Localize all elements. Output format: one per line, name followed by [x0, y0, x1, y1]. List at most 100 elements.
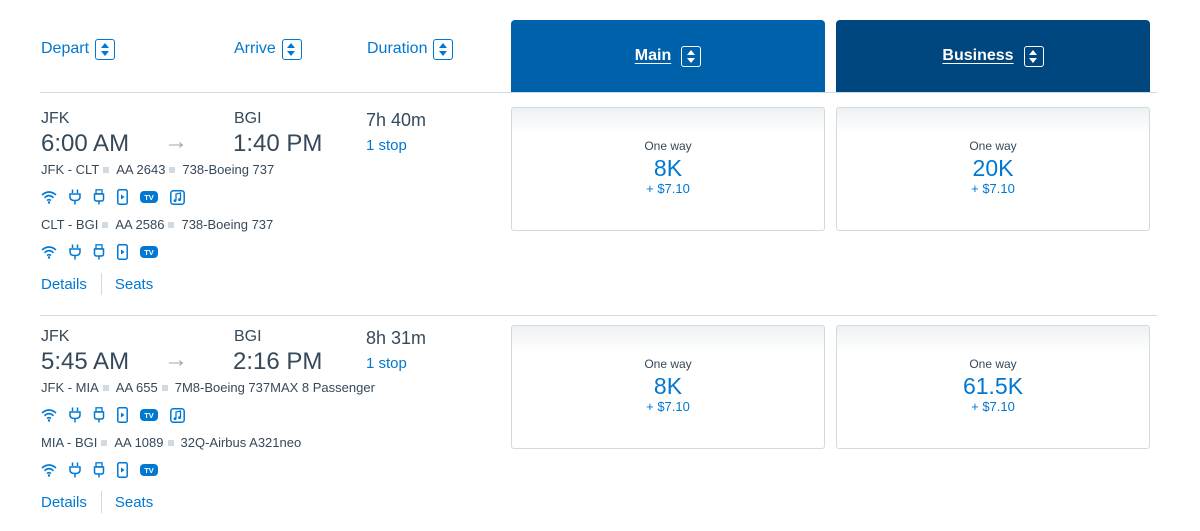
details-link[interactable]: Details: [41, 494, 87, 511]
duration-label: Duration: [367, 40, 428, 57]
usb-icon: [93, 244, 105, 260]
separator-square: [101, 439, 108, 446]
device-entertainment-icon: [117, 462, 128, 478]
svg-text:TV: TV: [144, 193, 154, 202]
seats-link[interactable]: Seats: [115, 276, 153, 293]
fare-type: One way: [969, 139, 1017, 153]
fare-tax: + $7.10: [646, 399, 690, 414]
power-outlet-icon: [69, 189, 81, 205]
sort-duration-header[interactable]: Duration: [367, 38, 454, 60]
stops-link[interactable]: 1 stop: [366, 355, 407, 372]
segment-route: MIA - BGI: [41, 435, 98, 450]
origin-code: JFK: [41, 328, 70, 345]
separator-square: [102, 221, 109, 228]
svg-text:TV: TV: [144, 466, 154, 475]
separator-square: [102, 384, 109, 391]
fare-tax: + $7.10: [971, 181, 1015, 196]
fare-miles: 8K: [653, 155, 683, 181]
fare-miles: 61.5K: [962, 373, 1024, 399]
segment-aircraft: 738-Boeing 737: [182, 162, 275, 177]
segment-info: MIA - BGI AA 1089 32Q-Airbus A321neo: [41, 435, 301, 450]
music-icon: [170, 189, 185, 205]
segment-flight-number: AA 2643: [116, 162, 166, 177]
origin-code: JFK: [41, 110, 70, 127]
depart-time: 6:00 AM: [41, 130, 130, 157]
sort-icon: [281, 38, 302, 60]
fare-tax: + $7.10: [646, 181, 690, 196]
segment-aircraft: 738-Boeing 737: [181, 217, 274, 232]
segment-flight-number: AA 655: [115, 380, 158, 395]
device-entertainment-icon: [117, 244, 128, 260]
link-divider: [100, 491, 102, 513]
separator-square: [169, 166, 176, 173]
separator-square: [168, 221, 175, 228]
cabin-main-label: Main: [634, 47, 672, 64]
fare-type: One way: [969, 357, 1017, 371]
fare-card-main[interactable]: One way 8K + $7.10: [511, 107, 825, 231]
segment-route: CLT - BGI: [41, 217, 99, 232]
cabin-tab-main[interactable]: Main: [511, 20, 825, 92]
fare-miles: 20K: [972, 155, 1014, 181]
flight-links: Details Seats: [41, 273, 153, 295]
link-divider: [100, 273, 102, 295]
fare-card-business[interactable]: One way 20K + $7.10: [836, 107, 1150, 231]
amenities-list: TV: [41, 462, 158, 478]
segment-info: JFK - MIA AA 655 7M8-Boeing 737MAX 8 Pas…: [41, 380, 375, 395]
arrive-time: 1:40 PM: [233, 130, 323, 157]
wifi-icon: [41, 463, 57, 477]
arrow-right-icon: →: [164, 128, 188, 155]
seats-link[interactable]: Seats: [115, 494, 153, 511]
flight-links: Details Seats: [41, 491, 153, 513]
arrive-label: Arrive: [234, 40, 276, 57]
flight-duration: 8h 31m: [366, 328, 427, 348]
stops-link[interactable]: 1 stop: [366, 137, 407, 154]
segment-route: JFK - MIA: [41, 380, 99, 395]
sort-depart-header[interactable]: Depart: [41, 38, 116, 60]
tv-icon: TV: [140, 409, 158, 421]
power-outlet-icon: [69, 462, 81, 478]
wifi-icon: [41, 408, 57, 422]
device-entertainment-icon: [117, 189, 128, 205]
amenities-list: TV: [41, 407, 185, 423]
wifi-icon: [41, 190, 57, 204]
row-divider: [40, 315, 1157, 316]
segment-aircraft: 7M8-Boeing 737MAX 8 Passenger: [174, 380, 375, 395]
tv-icon: TV: [140, 464, 158, 476]
arrow-right-icon: →: [164, 346, 188, 373]
fare-tax: + $7.10: [971, 399, 1015, 414]
segment-flight-number: AA 1089: [114, 435, 164, 450]
svg-text:TV: TV: [144, 248, 154, 257]
wifi-icon: [41, 245, 57, 259]
sort-arrive-header[interactable]: Arrive: [234, 38, 302, 60]
music-icon: [170, 407, 185, 423]
amenities-list: TV: [41, 244, 158, 260]
segment-aircraft: 32Q-Airbus A321neo: [180, 435, 302, 450]
segment-info: JFK - CLT AA 2643 738-Boeing 737: [41, 162, 274, 177]
segment-info: CLT - BGI AA 2586 738-Boeing 737: [41, 217, 273, 232]
tv-icon: TV: [140, 191, 158, 203]
depart-label: Depart: [41, 40, 90, 57]
segment-route: JFK - CLT: [41, 162, 100, 177]
tv-icon: TV: [140, 246, 158, 258]
power-outlet-icon: [69, 407, 81, 423]
sort-icon: [433, 38, 454, 60]
destination-code: BGI: [234, 110, 262, 127]
usb-icon: [93, 462, 105, 478]
usb-icon: [93, 407, 105, 423]
device-entertainment-icon: [117, 407, 128, 423]
svg-text:TV: TV: [144, 411, 154, 420]
separator-square: [161, 384, 168, 391]
sort-icon: [95, 38, 116, 60]
usb-icon: [93, 189, 105, 205]
cabin-tab-business[interactable]: Business: [836, 20, 1150, 92]
depart-time: 5:45 AM: [41, 348, 130, 375]
fare-type: One way: [644, 139, 692, 153]
destination-code: BGI: [234, 328, 262, 345]
segment-flight-number: AA 2586: [115, 217, 165, 232]
fare-card-business[interactable]: One way 61.5K + $7.10: [836, 325, 1150, 449]
amenities-list: TV: [41, 189, 185, 205]
fare-card-main[interactable]: One way 8K + $7.10: [511, 325, 825, 449]
power-outlet-icon: [69, 244, 81, 260]
separator-square: [167, 439, 174, 446]
details-link[interactable]: Details: [41, 276, 87, 293]
